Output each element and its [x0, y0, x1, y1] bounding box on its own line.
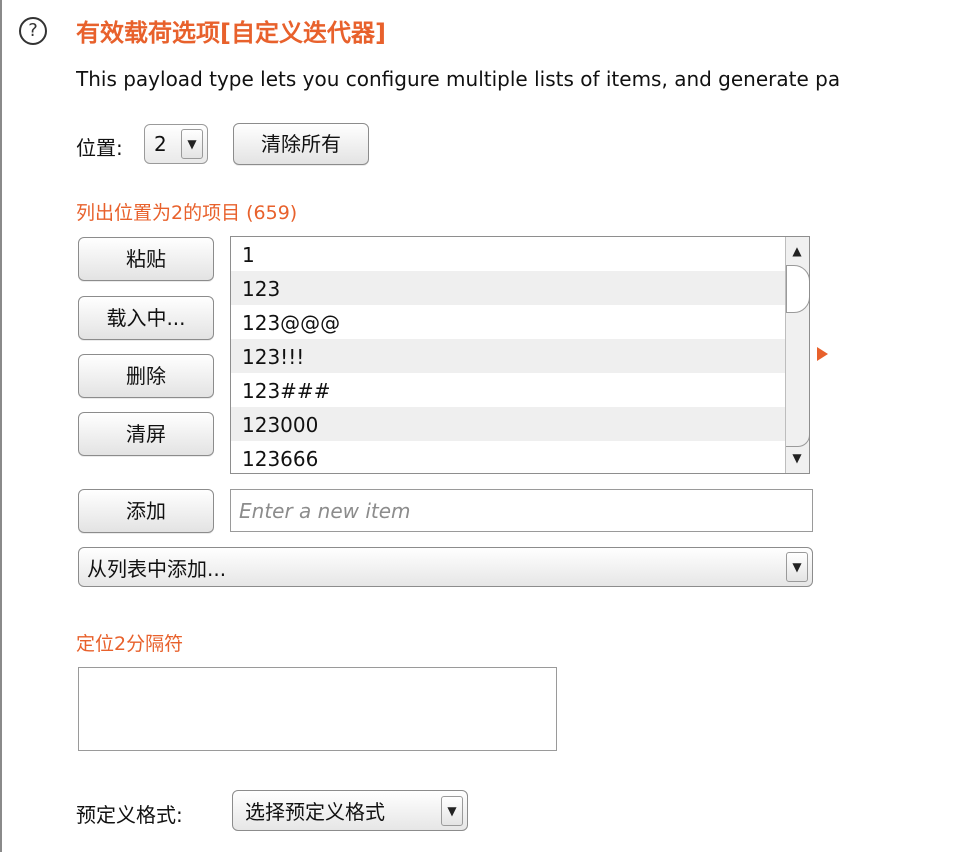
delimiter-title: 定位2分隔符 [76, 633, 184, 655]
list-scrollbar[interactable]: ▲ ▼ [785, 237, 809, 473]
scroll-track-end [786, 417, 809, 447]
scroll-thumb[interactable] [786, 265, 809, 313]
section-title-payload-options: 有效载荷选项[自定义迭代器] [76, 19, 386, 47]
scroll-down-icon[interactable]: ▼ [787, 447, 807, 469]
list-item[interactable]: 123 [231, 271, 785, 305]
list-item[interactable]: 123!!! [231, 339, 785, 373]
chevron-down-icon: ▼ [441, 795, 463, 826]
predefined-format-label: 预定义格式: [76, 803, 183, 827]
remove-button[interactable]: 删除 [78, 354, 214, 398]
position-select-value: 2 [154, 132, 167, 156]
payload-description: This payload type lets you configure mul… [76, 67, 841, 91]
items-rows: 1 123 123@@@ 123!!! 123### 123000 123666 [231, 237, 785, 473]
add-from-list-value: 从列表中添加... [87, 556, 227, 581]
predefined-format-select[interactable]: 选择预定义格式 ▼ [232, 790, 468, 831]
chevron-down-icon: ▼ [181, 129, 203, 159]
add-button[interactable]: 添加 [78, 489, 214, 533]
new-item-input[interactable] [230, 489, 813, 532]
add-from-list-select[interactable]: 从列表中添加... ▼ [78, 547, 813, 587]
panel-left-border [0, 0, 2, 852]
predefined-format-value: 选择预定义格式 [245, 800, 385, 824]
clear-all-button[interactable]: 清除所有 [233, 123, 369, 165]
chevron-down-icon: ▼ [786, 552, 808, 582]
scroll-up-icon[interactable]: ▲ [787, 240, 807, 262]
items-list-title: 列出位置为2的项目 (659) [76, 202, 298, 224]
help-icon[interactable]: ? [19, 17, 47, 45]
list-item[interactable]: 1 [231, 237, 785, 271]
list-item[interactable]: 123### [231, 373, 785, 407]
expand-arrow-icon[interactable] [817, 347, 828, 361]
list-item[interactable]: 123666 [231, 441, 785, 473]
position-select[interactable]: 2 ▼ [144, 124, 208, 164]
paste-button[interactable]: 粘贴 [78, 237, 214, 281]
position-label: 位置: [76, 136, 123, 160]
items-listbox[interactable]: 1 123 123@@@ 123!!! 123### 123000 123666… [230, 236, 810, 474]
list-item[interactable]: 123000 [231, 407, 785, 441]
list-item[interactable]: 123@@@ [231, 305, 785, 339]
clear-button[interactable]: 清屏 [78, 412, 214, 456]
delimiter-input[interactable] [78, 667, 557, 751]
load-button[interactable]: 载入中... [78, 296, 214, 340]
